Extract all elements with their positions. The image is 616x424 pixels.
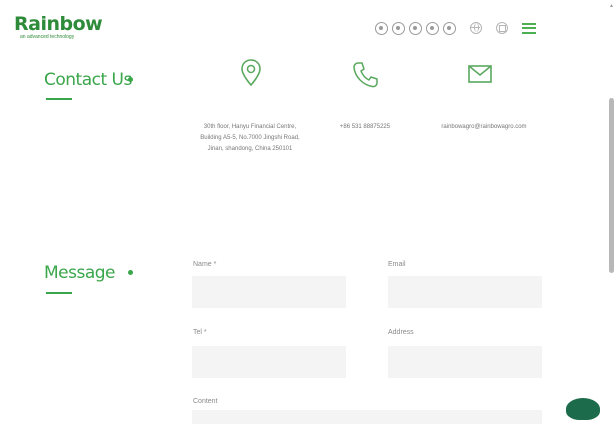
contact-title-underline bbox=[46, 98, 72, 100]
scrollbar-thumb[interactable] bbox=[609, 98, 614, 273]
name-label: Name * bbox=[193, 261, 217, 268]
message-title-underline bbox=[46, 292, 72, 294]
logo-text: Rainbow bbox=[14, 13, 103, 35]
chat-bubble-icon[interactable] bbox=[566, 398, 600, 420]
address-input[interactable] bbox=[388, 346, 542, 378]
menu-icon[interactable] bbox=[522, 22, 536, 34]
tel-input[interactable] bbox=[192, 346, 346, 378]
social-icon-5[interactable] bbox=[443, 21, 456, 35]
scroll-up-arrow[interactable]: ▲ bbox=[609, 3, 614, 9]
social-icon-1[interactable] bbox=[375, 21, 388, 35]
contact-us-title: Contact Us bbox=[44, 70, 132, 90]
content-textarea[interactable] bbox=[192, 410, 542, 424]
social-icon-2[interactable] bbox=[392, 21, 405, 35]
social-icon-3[interactable] bbox=[409, 21, 422, 35]
header-icons bbox=[375, 20, 536, 36]
content-label: Content bbox=[193, 398, 218, 405]
name-input[interactable] bbox=[192, 276, 346, 308]
address-label: Address bbox=[388, 329, 414, 336]
mail-icon bbox=[467, 63, 493, 90]
contact-phone[interactable]: +86 531 88875225 bbox=[320, 122, 410, 133]
social-icon-4[interactable] bbox=[426, 21, 439, 35]
phone-icon bbox=[352, 60, 378, 95]
message-title: Message bbox=[44, 263, 116, 283]
contact-address: 30th floor, Hanyu Financial Centre, Buil… bbox=[200, 124, 300, 152]
email-input[interactable] bbox=[388, 276, 542, 308]
language-icon[interactable] bbox=[496, 22, 508, 34]
globe-icon[interactable] bbox=[470, 22, 482, 34]
site-logo[interactable]: Rainbow an advanced technology bbox=[14, 13, 103, 40]
message-title-dot bbox=[128, 270, 133, 275]
contact-email[interactable]: rainbowagro@rainbowagro.com bbox=[420, 122, 548, 133]
email-label: Email bbox=[388, 261, 406, 268]
location-pin-icon bbox=[240, 58, 262, 93]
tel-label: Tel * bbox=[193, 329, 207, 336]
contact-title-dot bbox=[128, 77, 133, 82]
